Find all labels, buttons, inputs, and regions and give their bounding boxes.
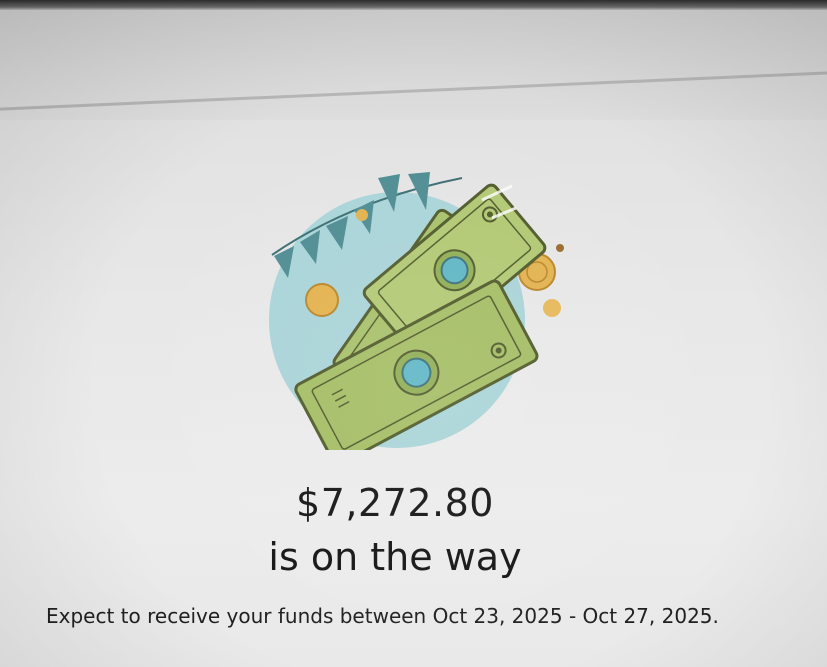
payout-amount: $7,272.80 [296, 481, 494, 525]
payout-status-text: is on the way [268, 535, 522, 579]
money-celebration-icon [269, 172, 564, 450]
expected-delivery-message: Expect to receive your funds between Oct… [46, 604, 719, 628]
app-header-band [0, 10, 827, 122]
monitor-bezel [0, 0, 827, 10]
screen-photo: $7,272.80 is on the way Expect to receiv… [0, 0, 827, 667]
